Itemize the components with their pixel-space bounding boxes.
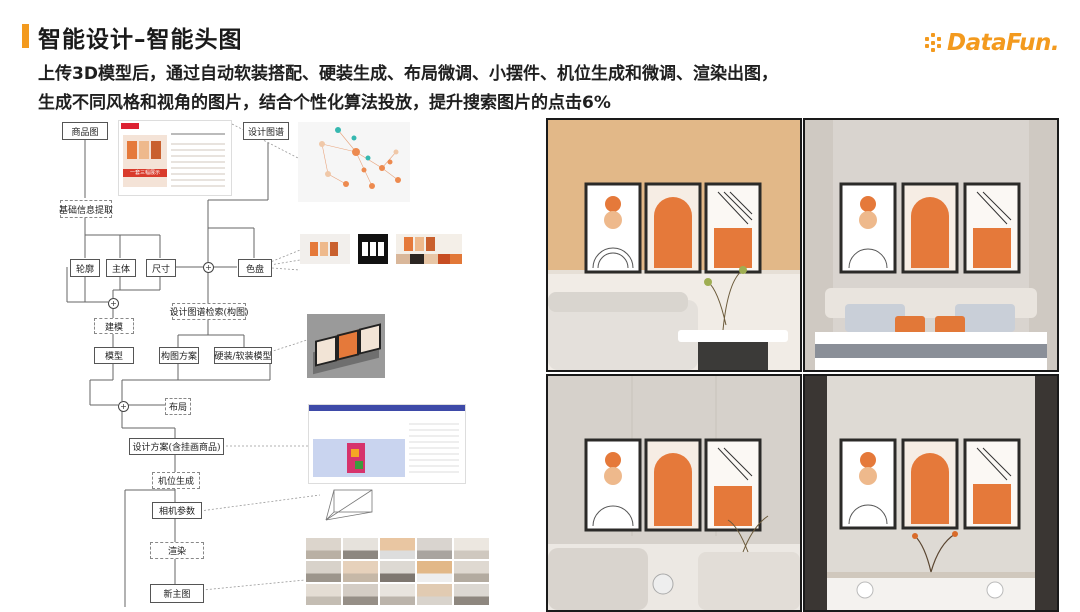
node-design-plan: 设计方案(含挂画商品) <box>129 438 224 455</box>
render-3d-model-thumbnail <box>307 314 385 378</box>
datafun-dots-icon <box>925 33 945 53</box>
product-thumb-banner: 一套三幅展示 <box>123 169 167 177</box>
render-results-grid <box>306 538 492 608</box>
render-photo-living-room-panel <box>546 374 802 612</box>
node-modeling: 建模 <box>94 318 134 334</box>
node-subject: 主体 <box>106 259 136 277</box>
node-composition-plan: 构图方案 <box>159 347 199 364</box>
node-model: 模型 <box>94 347 134 364</box>
pipeline-flowchart: 商品图 一套三幅展示 设计图谱 基础信息提取 轮廓 主体 尺寸 + 色盘 + 设… <box>0 110 540 608</box>
node-product-image: 商品图 <box>62 122 108 140</box>
node-layout: 布局 <box>165 398 191 415</box>
page-title: 智能设计–智能头图 <box>38 27 243 53</box>
palette-thumb-mask <box>358 234 388 264</box>
node-size: 尺寸 <box>146 259 176 277</box>
node-camera-gen: 机位生成 <box>152 472 200 489</box>
merge-plus-icon: + <box>108 298 119 309</box>
node-new-main-image: 新主图 <box>150 584 204 603</box>
render-photo-dining-room <box>803 374 1059 612</box>
datafun-logo: DataFun. <box>925 26 1060 60</box>
palette-thumb-swatches <box>396 234 462 264</box>
camera-frustum-thumbnail <box>325 489 373 521</box>
palette-thumb-products <box>300 234 350 264</box>
node-design-catalog: 设计图谱 <box>243 122 289 140</box>
render-photo-bedroom <box>803 118 1059 372</box>
merge-plus-icon: + <box>203 262 214 273</box>
subtitle-line-1: 上传3D模型后，通过自动软装搭配、硬装生成、布局微调、小摆件、机位生成和微调、渲… <box>38 64 778 84</box>
node-camera-params: 相机参数 <box>152 502 202 519</box>
render-photo-living-room-warm <box>546 118 802 372</box>
node-catalog-search: 设计图谱检索(构图) <box>169 303 249 320</box>
merge-plus-icon: + <box>118 401 129 412</box>
knowledge-graph-thumbnail <box>298 122 410 202</box>
layout-editor-thumbnail <box>308 404 466 484</box>
node-contour: 轮廓 <box>70 259 100 277</box>
node-hard-soft-model: 硬装/软装模型 <box>214 347 272 364</box>
node-color-palette: 色盘 <box>238 259 272 277</box>
product-page-thumbnail: 一套三幅展示 <box>118 120 232 196</box>
title-accent-bar <box>22 24 29 48</box>
logo-text: DataFun. <box>947 30 1060 56</box>
node-basic-info: 基础信息提取 <box>59 200 113 218</box>
node-render: 渲染 <box>150 542 204 559</box>
